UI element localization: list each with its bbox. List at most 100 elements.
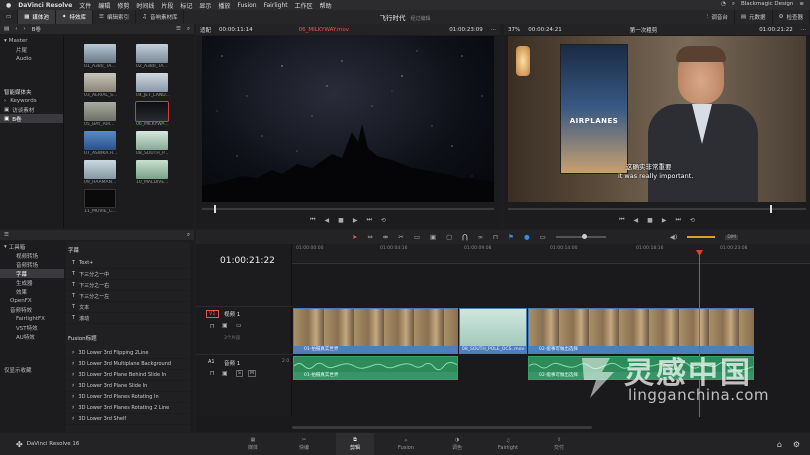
video-clip[interactable]: 08_SOUTH_POLE_OCS..mov — [459, 308, 527, 354]
play-icon[interactable]: ▶ — [662, 217, 667, 224]
clip-thumbnail[interactable]: 05_BAY_AIR... — [84, 102, 136, 127]
frame-forward-icon[interactable]: ⏭ — [366, 216, 371, 224]
timeline-scrollbar[interactable] — [292, 426, 592, 429]
auto-select-icon[interactable]: ▣ — [222, 370, 228, 377]
page-fusion[interactable]: ✧ Fusion — [387, 433, 425, 455]
sound-library-button[interactable]: ♫ 音响素材库 — [136, 10, 185, 24]
media-pool-button[interactable]: ▦ 媒体池 — [18, 10, 56, 24]
lock-icon[interactable]: ⊓ — [493, 233, 498, 241]
menu-item[interactable]: 文件 — [79, 1, 91, 10]
play-reverse-icon[interactable]: ◀ — [634, 217, 639, 224]
clip-thumbnail[interactable]: 07_ASWKA.H... — [84, 131, 136, 156]
page-color[interactable]: ◑ 调色 — [438, 433, 476, 455]
toolbox-title[interactable]: ▾ 工具箱 — [0, 242, 64, 251]
inspector-button[interactable]: ⚙ 检查器 — [773, 10, 810, 24]
fusion-title-item[interactable]: ♯ 3D Lower 3rd Planes Rotating In — [66, 392, 190, 403]
effects-tree-item[interactable]: AU特效 — [0, 332, 64, 341]
forward-icon[interactable]: › — [23, 26, 25, 32]
replace-clip-icon[interactable]: ▢ — [446, 233, 452, 241]
dynamic-trim-icon[interactable]: ⇹ — [383, 233, 388, 241]
smart-bin-broll[interactable]: ▣ B卷 — [0, 114, 63, 123]
clip-thumbnail[interactable]: 03_AERIAL_S... — [84, 73, 136, 98]
frame-back-icon[interactable]: ⏮ — [619, 216, 624, 224]
effects-tree-item[interactable]: VST特效 — [0, 323, 64, 332]
menu-item[interactable]: Fairlight — [264, 2, 288, 9]
menu-item[interactable]: 时间线 — [136, 1, 154, 10]
clip-thumbnail[interactable]: 11_MOVIE_C... — [84, 189, 136, 214]
effect-item[interactable]: T 下三分之一左 — [66, 291, 190, 302]
track-name[interactable]: 音频 1 — [224, 359, 240, 367]
snap-icon[interactable]: ⋂ — [462, 233, 467, 241]
bin-audio[interactable]: Audio — [0, 54, 63, 63]
menu-app[interactable]: DaVinci Resolve — [18, 2, 72, 9]
apple-icon[interactable]: ● — [6, 2, 11, 9]
bin-credits[interactable]: 片尾 — [0, 45, 63, 54]
overwrite-clip-icon[interactable]: ▣ — [430, 233, 436, 241]
clip-thumbnail-selected[interactable]: 06_MILKYWA... — [135, 101, 188, 127]
auto-select-icon[interactable]: ▣ — [222, 322, 228, 329]
track-name[interactable]: 视频 1 — [224, 310, 240, 318]
smart-bin-keywords[interactable]: › Keywords — [0, 96, 63, 105]
wifi-icon[interactable]: ◔ — [721, 1, 726, 8]
menu-item[interactable]: 修剪 — [117, 1, 129, 10]
fusion-title-item[interactable]: ♯ 3D Lower 3rd Plane Slide In — [66, 381, 190, 392]
menu-item[interactable]: 工作区 — [295, 1, 313, 10]
source-clip-name[interactable]: 06_MILKYWAY.mov — [299, 27, 349, 33]
frame-forward-icon[interactable]: ⏭ — [675, 216, 680, 224]
clip-thumbnail[interactable]: 10_MALDIVE... — [136, 160, 188, 185]
timeline-scrubber[interactable] — [508, 205, 806, 213]
menu-item[interactable]: 播放 — [218, 1, 230, 10]
menu-item[interactable]: 显示 — [199, 1, 211, 10]
clip-thumbnail[interactable]: 08_SOUTH_P... — [136, 131, 188, 156]
metadata-button[interactable]: ▤ 元数据 — [735, 10, 773, 24]
effect-item[interactable]: T 下三分之一右 — [66, 280, 190, 291]
page-deliver[interactable]: ⇪ 交付 — [540, 433, 578, 455]
dim-button[interactable]: DIM — [725, 234, 739, 240]
effects-tree-item[interactable]: FairlightFX — [0, 314, 64, 323]
track-visible-icon[interactable]: ▭ — [236, 322, 242, 329]
effect-item[interactable]: T 滚动 — [66, 313, 190, 324]
fusion-title-item[interactable]: ♯ 3D Lower 3rd Flipping 2Line — [66, 348, 190, 359]
page-media[interactable]: ▦ 媒体 — [234, 433, 272, 455]
source-playhead[interactable] — [214, 205, 216, 213]
bin-master[interactable]: ▾ Master — [0, 36, 63, 45]
lock-icon[interactable]: ⊓ — [210, 370, 215, 377]
menu-icon[interactable]: ≡ — [799, 1, 804, 8]
back-icon[interactable]: ‹ — [15, 26, 17, 32]
volume-slider[interactable] — [687, 236, 716, 238]
effects-tree-item[interactable]: 视频转场 — [0, 251, 64, 260]
grid-icon[interactable]: ▤ — [4, 26, 9, 32]
smart-bin-interviews[interactable]: ▣ 访谈素材 — [0, 105, 63, 114]
fusion-title-item[interactable]: ♯ 3D Lower 3rd Planes Rotating 2 Line — [66, 403, 190, 414]
more-icon[interactable]: ··· — [491, 27, 496, 33]
effect-item[interactable]: T 文本 — [66, 302, 190, 313]
effects-tree-item[interactable]: 效果 — [0, 287, 64, 296]
menu-item[interactable]: 标记 — [180, 1, 192, 10]
audio-clip[interactable]: 01-拍摄真实世界 — [293, 356, 458, 380]
effects-tree-item-active[interactable]: 字幕 — [0, 269, 64, 278]
effect-item[interactable]: T Text+ — [66, 258, 190, 269]
clip-thumbnail[interactable]: 01_A380_TA... — [84, 44, 136, 69]
effects-tree-item[interactable]: OpenFX — [0, 296, 64, 305]
list-view-icon[interactable]: ☰ — [176, 26, 181, 32]
more-icon[interactable]: ··· — [801, 27, 806, 33]
speaker-icon[interactable]: ◀) — [670, 233, 678, 241]
effects-tree-item[interactable]: 生成器 — [0, 278, 64, 287]
effects-tree-item[interactable]: 音频特效 — [0, 305, 64, 314]
solo-button[interactable]: S — [236, 370, 243, 377]
zoom-full-icon[interactable]: ▭ — [540, 233, 546, 241]
fusion-title-item[interactable]: ♯ 3D Lower 3rd Shelf — [66, 414, 190, 425]
mixer-button[interactable]: ⫶ 调音台 — [701, 10, 735, 24]
source-scrubber[interactable] — [202, 205, 494, 213]
favorites-title[interactable]: 仅显示收藏 — [0, 365, 64, 374]
page-cut[interactable]: ✂ 快编 — [285, 433, 323, 455]
menu-item[interactable]: Fusion — [237, 2, 256, 9]
effects-list-icon[interactable]: ☰ — [4, 232, 9, 238]
stop-icon[interactable]: ■ — [338, 217, 344, 224]
menu-item[interactable]: 片段 — [161, 1, 173, 10]
effects-tree-item[interactable]: 音频转场 — [0, 260, 64, 269]
zoom-slider[interactable] — [555, 234, 606, 239]
edit-index-button[interactable]: ☰ 编辑索引 — [93, 10, 136, 24]
clip-thumbnail[interactable]: 09_HAAMAN... — [84, 160, 136, 185]
zoom-slider-knob[interactable] — [581, 234, 587, 239]
